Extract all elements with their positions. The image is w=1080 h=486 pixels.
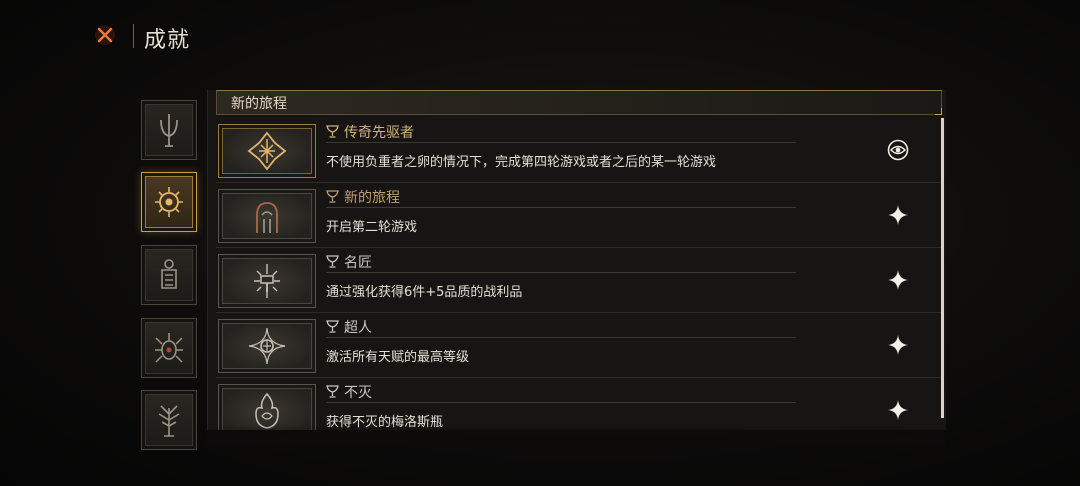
tree-emblem-icon	[158, 405, 180, 437]
achievement-name: 名匠	[344, 255, 372, 271]
achievement-badge	[218, 319, 316, 373]
sparkle-icon	[888, 335, 908, 355]
close-icon	[95, 25, 115, 45]
close-button[interactable]	[92, 22, 118, 48]
achievement-name: 新的旅程	[344, 190, 400, 206]
achievement-description: 不使用负重者之卵的情况下，完成第四轮游戏或者之后的某一轮游戏	[326, 155, 717, 170]
sparkle-icon	[888, 400, 908, 420]
achievement-status	[886, 138, 910, 162]
achievement-badge	[218, 189, 316, 243]
flame-vessel-icon	[255, 392, 279, 429]
portal-arch-icon	[256, 202, 278, 233]
header-divider	[133, 24, 134, 48]
achievement-name-line: 传奇先驱者	[326, 122, 796, 143]
achievement-status	[886, 333, 910, 357]
achievement-panel: 新的旅程 传奇先驱者 不使用负重者之卵的情况下，完成第四轮游戏或者之后的某一轮游…	[207, 90, 946, 430]
star-orb-icon	[248, 327, 286, 365]
eye-emblem-icon	[887, 139, 909, 161]
achievement-name: 超人	[344, 320, 372, 336]
scrollbar[interactable]	[941, 118, 944, 418]
achievement-badge	[218, 124, 316, 178]
category-tab-4[interactable]	[141, 318, 197, 378]
achievement-description: 通过强化获得6件+5品质的战利品	[326, 285, 523, 300]
achievement-row[interactable]: 名匠 通过强化获得6件+5品质的战利品	[216, 250, 942, 313]
achievement-status	[886, 268, 910, 292]
shrine-emblem-icon	[161, 259, 177, 289]
sparkle-icon	[888, 270, 908, 290]
sparkle-icon	[888, 205, 908, 225]
achievement-name: 不灭	[344, 385, 372, 401]
sun-emblem-icon	[155, 187, 183, 217]
achievement-description: 开启第二轮游戏	[326, 220, 418, 235]
trophy-icon	[326, 125, 339, 138]
trophy-icon	[326, 190, 339, 203]
achievement-name-line: 新的旅程	[326, 187, 796, 208]
achievement-row[interactable]: 不灭 获得不灭的梅洛斯瓶	[216, 380, 942, 430]
rune-sigil-icon	[247, 131, 287, 171]
achievement-row[interactable]: 传奇先驱者 不使用负重者之卵的情况下，完成第四轮游戏或者之后的某一轮游戏	[216, 120, 942, 183]
page-title: 成就	[144, 28, 191, 53]
category-tab-2[interactable]	[141, 172, 197, 232]
trophy-icon	[326, 320, 339, 333]
category-tab-5[interactable]	[141, 390, 197, 450]
achievement-status	[886, 398, 910, 422]
section-header: 新的旅程	[216, 90, 942, 115]
trophy-icon	[326, 385, 339, 398]
achievement-name: 传奇先驱者	[344, 125, 414, 141]
achievement-row[interactable]: 新的旅程 开启第二轮游戏	[216, 185, 942, 248]
beetle-emblem-icon	[155, 333, 183, 363]
achievement-name-line: 不灭	[326, 382, 796, 403]
achievement-name-line: 超人	[326, 317, 796, 338]
trophy-icon	[326, 255, 339, 268]
bottom-fade	[207, 425, 945, 445]
category-tab-3[interactable]	[141, 245, 197, 305]
achievement-description: 激活所有天赋的最高等级	[326, 350, 470, 365]
achievement-badge	[218, 254, 316, 308]
achievement-badge	[218, 384, 316, 430]
achievement-status	[886, 203, 910, 227]
achievement-name-line: 名匠	[326, 252, 796, 273]
trident-emblem-icon	[160, 114, 178, 147]
section-title: 新的旅程	[231, 96, 287, 112]
hammer-burst-icon	[254, 264, 280, 298]
category-tab-1[interactable]	[141, 100, 197, 160]
achievement-row[interactable]: 超人 激活所有天赋的最高等级	[216, 315, 942, 378]
